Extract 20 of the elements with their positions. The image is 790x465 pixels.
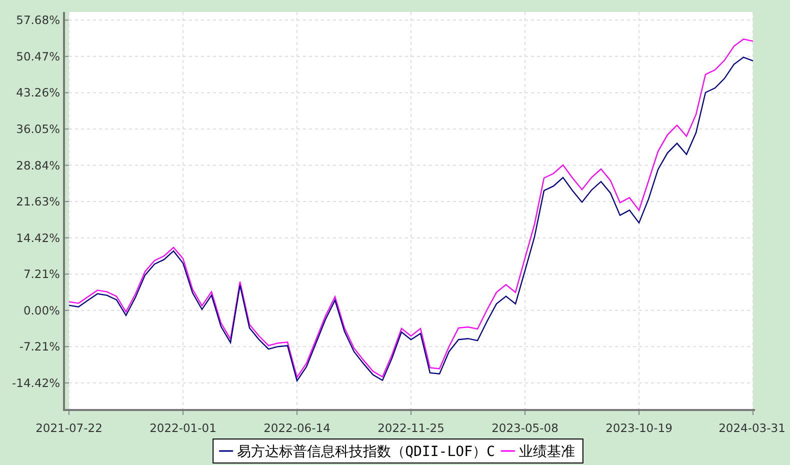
legend-label: 易方达标普信息科技指数（QDII-LOF）C [237,444,495,460]
y-tick-label: -7.21% [19,340,60,354]
y-tick-label: 50.47% [16,49,60,64]
y-tick-label: 36.05% [16,122,60,136]
y-tick-label: 14.42% [16,230,60,245]
x-tick-label: 2022-11-25 [378,421,444,435]
x-tick-label: 2023-10-19 [606,421,672,435]
y-tick-label: -14.42% [12,376,60,390]
legend-label: 业绩基准 [518,444,575,460]
x-tick-label: 2022-06-14 [264,421,330,435]
x-tick-label: 2023-05-08 [492,421,558,435]
y-tick-label: 28.84% [16,158,60,172]
x-tick-label: 2024-03-31 [718,421,786,435]
y-tick-label: 21.63% [16,194,60,209]
y-tick-label: 57.68% [16,13,60,28]
y-tick-label: 43.26% [16,86,60,100]
y-tick-label: 0.00% [23,303,60,318]
x-tick-label: 2022-01-01 [150,421,216,435]
y-tick-label: 7.21% [23,267,60,282]
x-tick-label: 2021-07-22 [36,421,102,435]
